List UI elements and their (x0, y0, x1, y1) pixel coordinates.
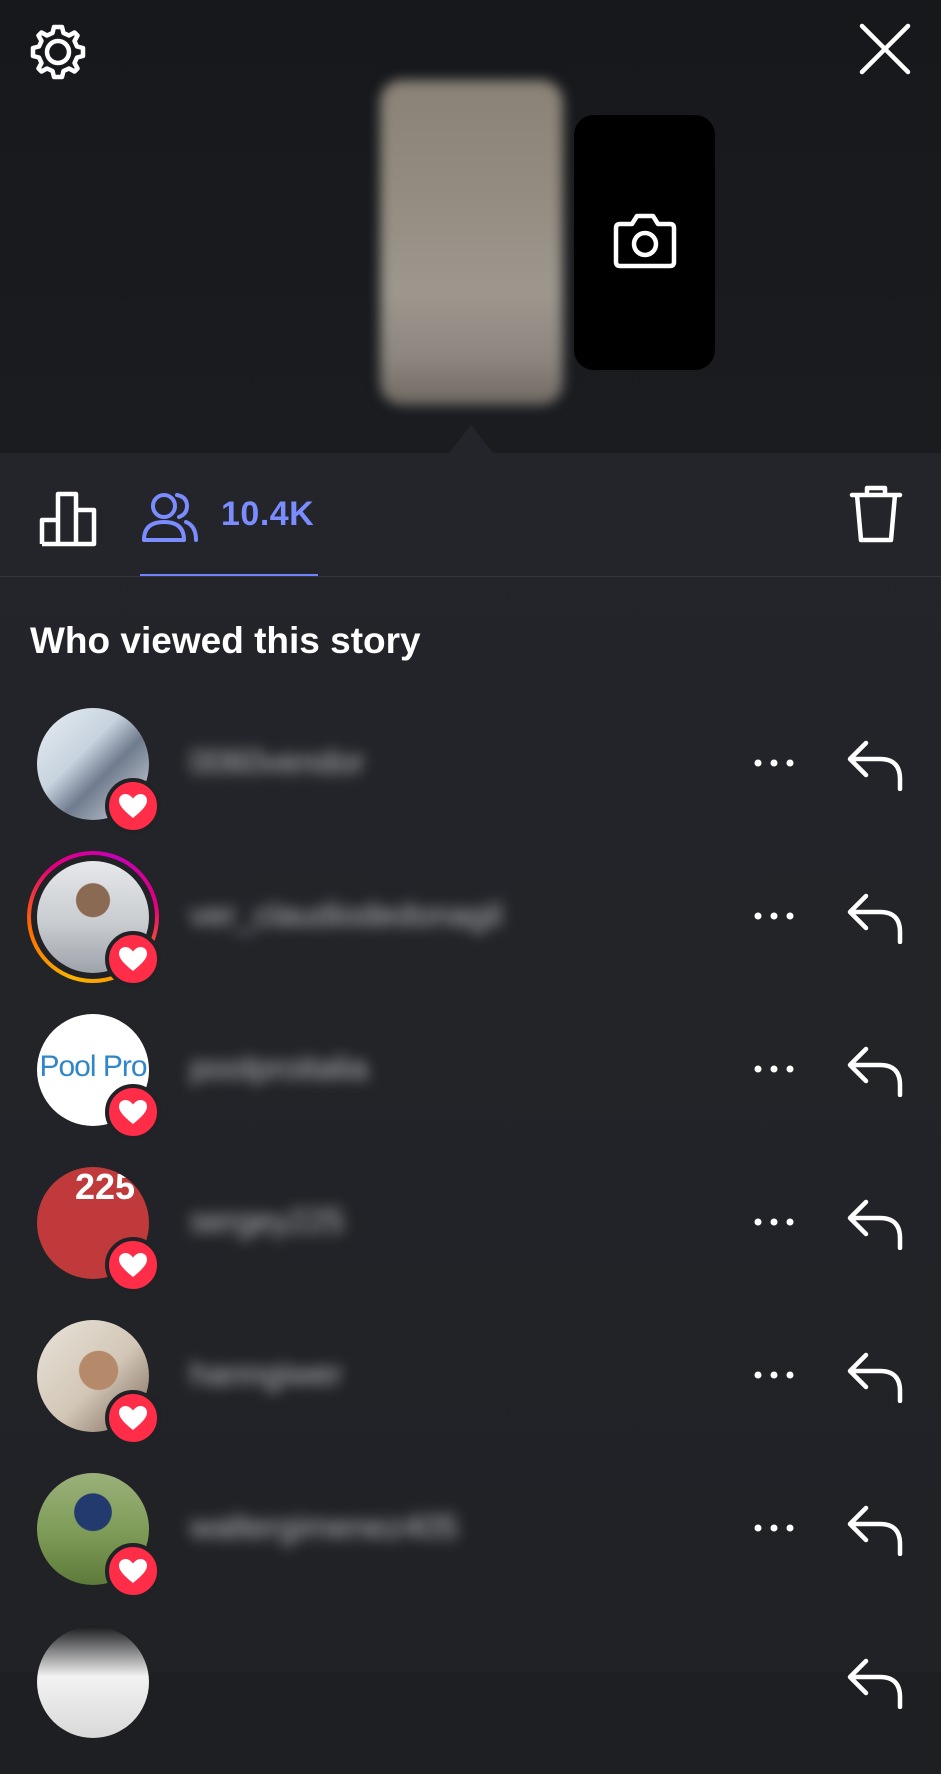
delete-trash-icon[interactable] (848, 483, 904, 545)
viewer-row[interactable]: waltergimenez405 (0, 1468, 941, 1621)
selection-notch (449, 425, 493, 453)
more-options-icon[interactable] (752, 1207, 796, 1237)
avatar-logo-text: Pool Pro (39, 1050, 147, 1083)
avatar[interactable] (37, 1626, 149, 1738)
heart-icon (105, 1237, 161, 1293)
viewer-row[interactable]: ver_claudiodedonagil (0, 851, 941, 1009)
section-title: Who viewed this story (30, 620, 421, 661)
more-options-icon[interactable] (752, 1360, 796, 1390)
username[interactable]: 0060vendor (190, 743, 364, 781)
username[interactable]: hanngiwer (190, 1355, 342, 1393)
viewer-row[interactable]: 0060vendor (0, 703, 941, 856)
heart-icon (105, 1390, 161, 1446)
more-options-icon[interactable] (752, 1054, 796, 1084)
story-preview-area (0, 0, 941, 453)
username[interactable]: waltergimenez405 (190, 1508, 458, 1546)
reply-icon[interactable] (846, 739, 904, 792)
add-story-button[interactable] (574, 115, 715, 370)
reply-icon[interactable] (846, 892, 904, 945)
sheet-tabs: 10.4K (0, 453, 941, 577)
settings-gear-icon[interactable] (28, 22, 88, 82)
viewer-row[interactable] (0, 1621, 941, 1774)
reply-icon[interactable] (846, 1657, 904, 1710)
heart-icon (105, 1084, 161, 1140)
username[interactable]: sergey225 (190, 1202, 344, 1240)
username[interactable]: poolproitalia (190, 1049, 368, 1087)
more-options-icon[interactable] (752, 901, 796, 931)
camera-icon (613, 213, 677, 269)
more-options-icon[interactable] (752, 1513, 796, 1543)
viewer-row[interactable]: 225 sergey225 (0, 1162, 941, 1315)
story-thumbnail[interactable] (380, 80, 563, 405)
active-tab-indicator (140, 574, 318, 576)
reply-icon[interactable] (846, 1198, 904, 1251)
heart-icon (105, 931, 161, 987)
reply-icon[interactable] (846, 1351, 904, 1404)
tab-insights[interactable] (38, 488, 100, 548)
heart-icon (105, 778, 161, 834)
avatar-logo-text: 225 (75, 1167, 136, 1207)
reply-icon[interactable] (846, 1045, 904, 1098)
bar-chart-icon (39, 491, 97, 547)
heart-icon (105, 1543, 161, 1599)
users-icon (142, 493, 198, 542)
viewer-count: 10.4K (221, 495, 315, 533)
viewers-sheet: 10.4K Who viewed this story 0060vendor v… (0, 453, 941, 1738)
username[interactable]: ver_claudiodedonagil (190, 896, 502, 934)
reply-icon[interactable] (846, 1504, 904, 1557)
more-options-icon[interactable] (752, 748, 796, 778)
close-icon[interactable] (858, 22, 912, 76)
viewer-row[interactable]: hanngiwer (0, 1315, 941, 1468)
viewer-row[interactable]: Pool Pro poolproitalia (0, 1009, 941, 1162)
